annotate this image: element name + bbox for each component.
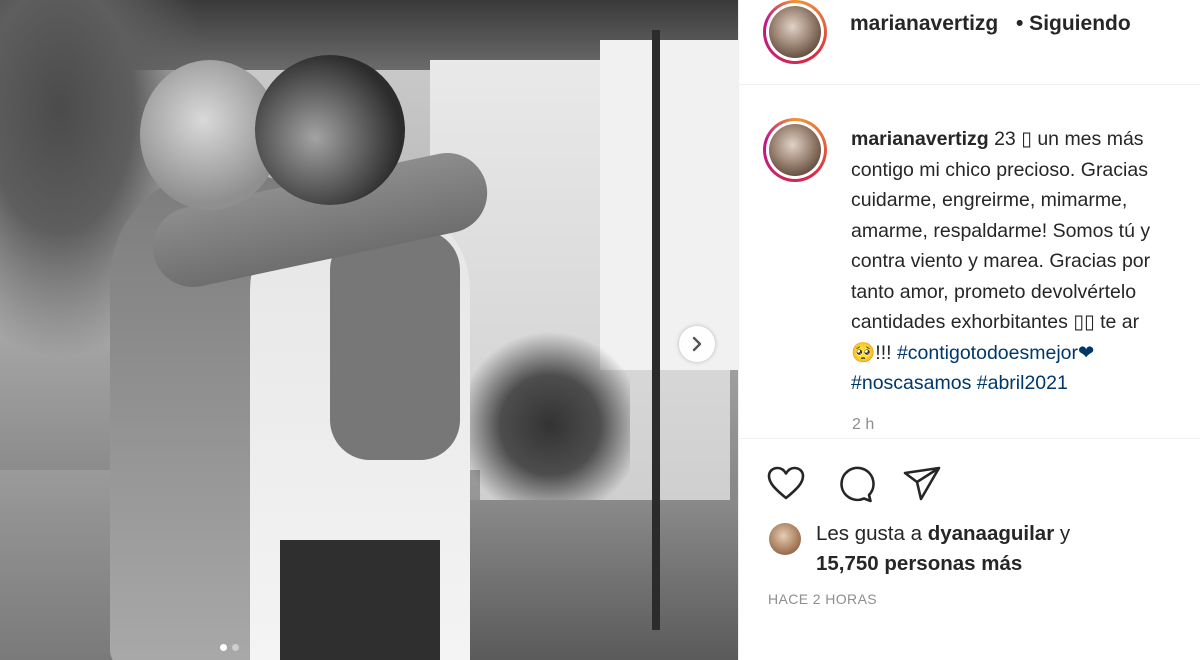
caption-line: contigo mi chico precioso. Gracias: [851, 158, 1148, 181]
photo-table: [470, 500, 738, 660]
liker-username-link[interactable]: dyanaaguilar: [928, 522, 1054, 545]
likes-count-link[interactable]: 15,750 personas más: [816, 552, 1022, 575]
likes-and: y: [1054, 522, 1071, 545]
post-header: marianavertizg • Siguiendo: [739, 0, 1200, 85]
share-button[interactable]: [901, 463, 943, 505]
post-timestamp[interactable]: HACE 2 HORAS: [768, 591, 877, 607]
avatar[interactable]: [763, 0, 827, 64]
avatar-image: [769, 124, 821, 176]
send-icon: [903, 466, 941, 501]
liker-avatar[interactable]: [769, 523, 801, 555]
photo-umbrella-pole: [652, 30, 660, 630]
caption-line: cuidarme, engreirme, mimarme,: [851, 189, 1128, 211]
carousel-dot-active: [220, 644, 227, 651]
carousel-dot: [232, 644, 239, 651]
caption-line: contra viento y marea. Gracias por: [851, 250, 1151, 272]
post-photo[interactable]: [0, 0, 738, 660]
photo-man-jeans: [280, 540, 440, 660]
avatar-image: [769, 6, 821, 58]
comment-button[interactable]: [833, 463, 875, 505]
likes-summary: Les gusta a dyanaaguilar y 15,750 person…: [816, 519, 1070, 579]
hashtag-link[interactable]: #contigotodoesmejor: [897, 342, 1078, 364]
post-actions: Les gusta a dyanaaguilar y 15,750 person…: [739, 438, 1200, 660]
caption-text: marianavertizg 23 ▯ un mes más contigo m…: [851, 124, 1200, 399]
username-link[interactable]: marianavertizg: [850, 12, 998, 36]
carousel-next-button[interactable]: [679, 326, 715, 362]
caption-avatar[interactable]: [763, 118, 827, 182]
caption-line: cantidades exhorbitantes ▯▯ te ar: [851, 311, 1140, 333]
chevron-right-icon: [692, 336, 702, 352]
photo-plant: [470, 330, 630, 520]
hashtag-link[interactable]: #noscasamos: [851, 372, 971, 394]
carousel-indicator: [220, 644, 239, 651]
caption-line: tanto amor, prometo devolvértelo: [851, 280, 1137, 303]
post-side-panel: marianavertizg • Siguiendo marianavertiz…: [738, 0, 1200, 660]
photo-background-wall-light: [600, 40, 738, 370]
caption-comment: marianavertizg 23 ▯ un mes más contigo m…: [739, 86, 1200, 438]
photo-man-head: [255, 55, 405, 205]
heart-emoji: ❤: [1078, 341, 1095, 364]
comment-icon: [840, 466, 875, 503]
hashtag-link[interactable]: #abril2021: [977, 372, 1068, 394]
photo-man-sweater: [330, 230, 460, 460]
like-button[interactable]: [765, 463, 807, 505]
heart-icon: [767, 466, 805, 500]
comment-timestamp[interactable]: 2 h: [852, 416, 874, 434]
caption-username-link[interactable]: marianavertizg: [851, 128, 989, 150]
caption-line: 23 ▯ un mes más: [994, 128, 1144, 150]
likes-prefix: Les gusta a: [816, 522, 928, 545]
follow-status-button[interactable]: • Siguiendo: [1016, 12, 1131, 36]
caption-line: 🥺!!!: [851, 341, 897, 364]
caption-line: amarme, respaldarme! Somos tú y: [851, 219, 1151, 242]
